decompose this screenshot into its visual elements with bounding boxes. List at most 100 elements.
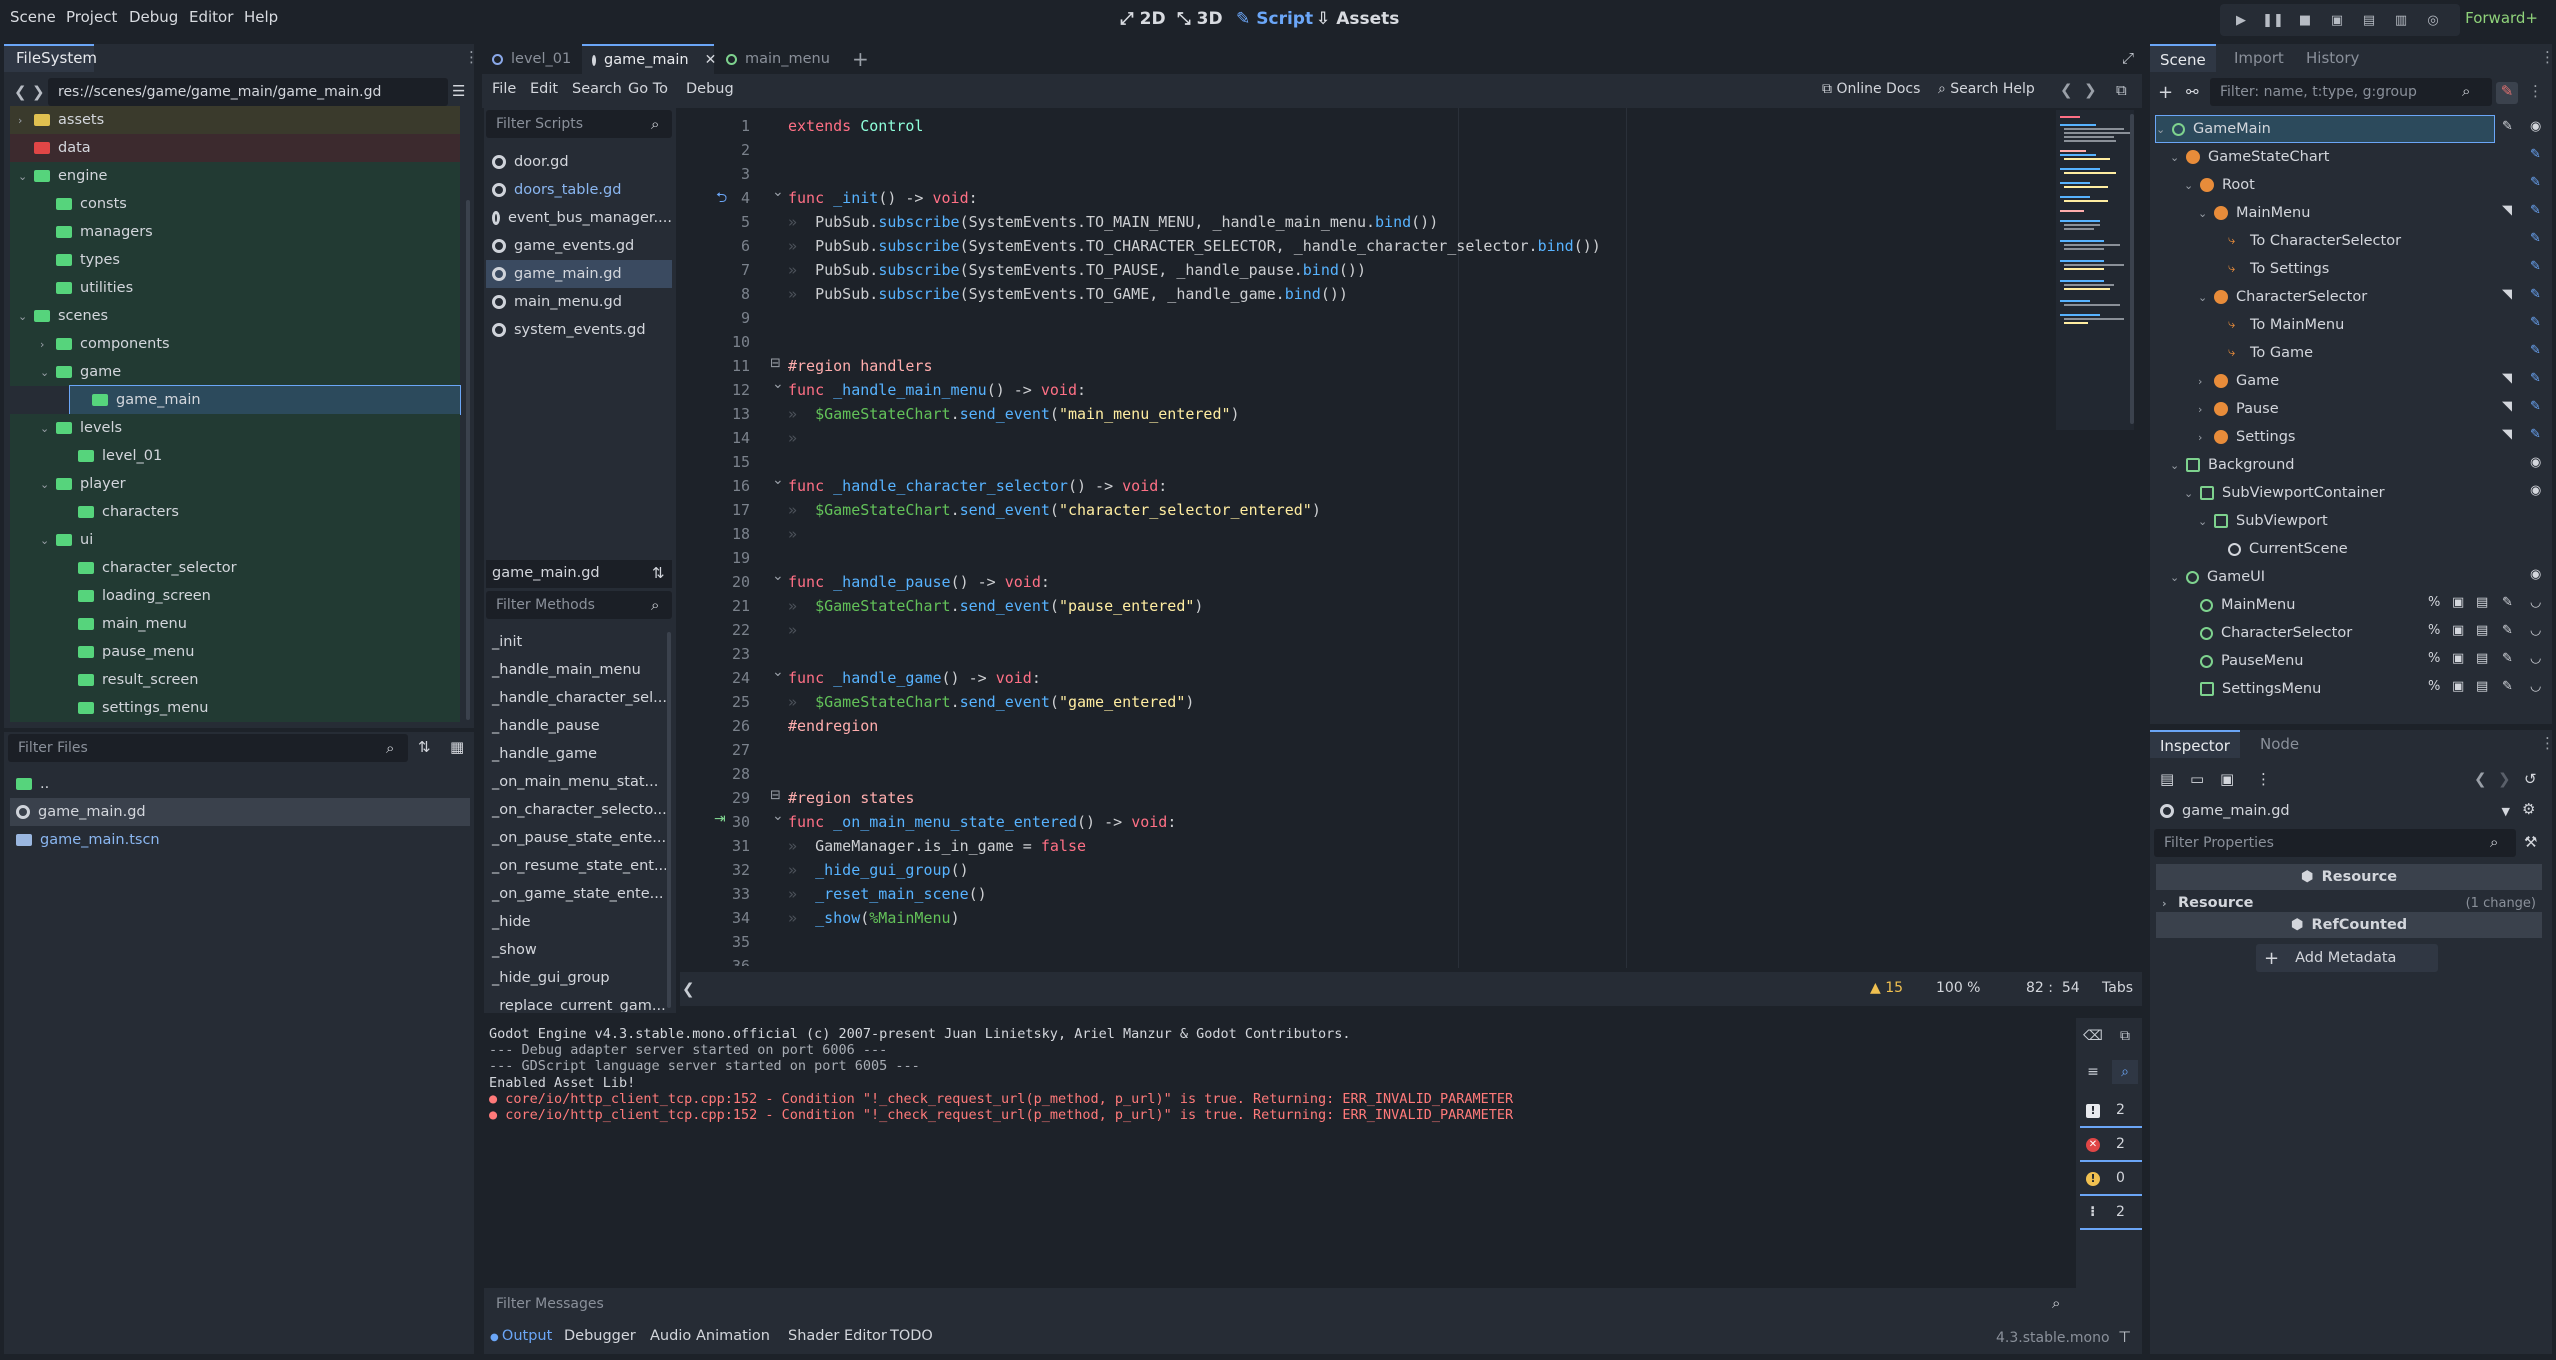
code-line[interactable]: [788, 762, 2050, 786]
fs-tree-item[interactable]: loading_screen: [10, 582, 460, 610]
script-icon[interactable]: ✎: [2502, 651, 2513, 666]
open-resource-icon[interactable]: ▭: [2190, 770, 2204, 788]
bottom-tab-output[interactable]: ● Output: [490, 1328, 552, 1344]
add-node-icon[interactable]: +: [2158, 82, 2173, 103]
mode-3d-button[interactable]: ⤡ 3D: [1177, 9, 1223, 29]
editable-icon[interactable]: ▤: [2476, 595, 2488, 610]
filter-messages-input[interactable]: Filter Messages: [486, 1290, 2076, 1318]
code-line[interactable]: [788, 450, 2050, 474]
region-fold-icon[interactable]: ⊟: [770, 356, 781, 371]
fs-tree-item[interactable]: › assets: [10, 106, 460, 134]
online-docs-button[interactable]: ⧉ Online Docs: [1822, 81, 1920, 97]
tab-level-01[interactable]: level_01: [482, 44, 580, 74]
methods-scrollbar[interactable]: [667, 632, 671, 1008]
code-line[interactable]: extends Control: [788, 114, 2050, 138]
fold-arrow-icon[interactable]: ⌄: [772, 568, 784, 584]
chevron-down-icon[interactable]: ⌄: [40, 366, 56, 379]
chevron-down-icon[interactable]: ⌄: [2198, 515, 2214, 528]
history-forward-icon[interactable]: ❯: [2498, 770, 2511, 788]
play-custom-icon[interactable]: ▥: [2388, 8, 2414, 32]
editable-icon[interactable]: ▤: [2476, 623, 2488, 638]
edited-resource-selector[interactable]: game_main.gd ▼: [2154, 798, 2510, 824]
script-list-item[interactable]: main_menu.gd: [486, 288, 672, 316]
fs-tree-item[interactable]: ⌄ player: [10, 470, 460, 498]
chevron-down-icon[interactable]: ⌄: [2170, 151, 2186, 164]
signal-icon[interactable]: ◥: [2502, 399, 2512, 414]
script-list-item[interactable]: door.gd: [486, 148, 672, 176]
prev-script-icon[interactable]: ❮: [2060, 81, 2073, 99]
fs-tree-item[interactable]: main_menu: [10, 610, 460, 638]
instance-icon[interactable]: ▣: [2452, 679, 2464, 694]
menu-debug[interactable]: Debug: [129, 8, 178, 26]
signal-icon[interactable]: ◥: [2502, 203, 2512, 218]
code-line[interactable]: »: [788, 522, 2050, 546]
unique-name-icon[interactable]: %: [2428, 679, 2440, 694]
fs-tree-item[interactable]: characters: [10, 498, 460, 526]
grid-view-icon[interactable]: ▦: [450, 738, 464, 756]
filter-all-button[interactable]: ! 2: [2080, 1098, 2142, 1128]
script-icon[interactable]: ✎: [2530, 175, 2541, 190]
chevron-down-icon[interactable]: ⌄: [2156, 123, 2172, 136]
script-attach-icon[interactable]: ✎: [2496, 82, 2518, 104]
play-scene-icon[interactable]: ▤: [2356, 8, 2382, 32]
visibility-icon[interactable]: ◉: [2530, 455, 2541, 470]
script-icon[interactable]: ✎: [2530, 203, 2541, 218]
instance-icon[interactable]: ▣: [2452, 595, 2464, 610]
sort-icon[interactable]: ⇅: [418, 738, 431, 756]
fs-tree-item[interactable]: level_01: [10, 442, 460, 470]
zoom-level[interactable]: 100 %: [1936, 980, 1980, 996]
indent-mode[interactable]: Tabs: [2102, 980, 2133, 996]
chevron-down-icon[interactable]: ⌄: [2184, 487, 2200, 500]
method-item[interactable]: _replace_current_gam...: [492, 992, 666, 1012]
object-history-icon[interactable]: ↺: [2524, 770, 2537, 788]
unique-name-icon[interactable]: %: [2428, 595, 2440, 610]
script-icon[interactable]: ✎: [2530, 371, 2541, 386]
filter-warnings-button[interactable]: ! 0: [2080, 1166, 2142, 1196]
fs-tree-item[interactable]: ⌄ engine: [10, 162, 460, 190]
chevron-down-icon[interactable]: ⌄: [2170, 459, 2186, 472]
code-line[interactable]: [788, 930, 2050, 954]
code-line[interactable]: » $GameStateChart.send_event("character_…: [788, 498, 2050, 522]
scene-node[interactable]: CharacterSelector: [2156, 620, 2550, 646]
code-line[interactable]: [788, 738, 2050, 762]
script-icon[interactable]: ✎: [2530, 427, 2541, 442]
link-scene-icon[interactable]: ⚯: [2186, 83, 2199, 101]
script-icon[interactable]: ✎: [2530, 231, 2541, 246]
visibility-icon[interactable]: ◉: [2530, 483, 2541, 498]
editable-icon[interactable]: ▤: [2476, 679, 2488, 694]
code-line[interactable]: » $GameStateChart.send_event("pause_ente…: [788, 594, 2050, 618]
code-line[interactable]: » PubSub.subscribe(SystemEvents.TO_PAUSE…: [788, 258, 2050, 282]
fs-tree-item[interactable]: ⌄ levels: [10, 414, 460, 442]
code-line[interactable]: » $GameStateChart.send_event("game_enter…: [788, 690, 2050, 714]
chevron-right-icon[interactable]: ›: [2198, 375, 2214, 388]
scene-node[interactable]: PauseMenu: [2156, 648, 2550, 674]
visibility-icon[interactable]: ◉: [2530, 119, 2541, 134]
fold-arrow-icon[interactable]: ⌄: [772, 376, 784, 392]
file-item[interactable]: game_main.tscn: [10, 826, 470, 854]
filter-search-icon[interactable]: ⌕: [2112, 1060, 2138, 1084]
code-line[interactable]: » PubSub.subscribe(SystemEvents.TO_CHARA…: [788, 234, 2050, 258]
next-script-icon[interactable]: ❯: [2084, 81, 2097, 99]
fs-tree-item[interactable]: game_main: [69, 385, 461, 415]
method-item[interactable]: _on_game_state_ente...: [492, 880, 663, 908]
script-icon[interactable]: ✎: [2530, 343, 2541, 358]
renderer-dropdown[interactable]: Forward+: [2465, 9, 2538, 27]
fs-tree-item[interactable]: character_selector: [10, 554, 460, 582]
signal-icon[interactable]: ◥: [2502, 427, 2512, 442]
chevron-down-icon[interactable]: ⌄: [2184, 179, 2200, 192]
scene-node[interactable]: ⌄ GameMain: [2155, 115, 2495, 143]
code-line[interactable]: [788, 330, 2050, 354]
method-item[interactable]: _handle_main_menu: [492, 656, 641, 684]
new-resource-icon[interactable]: ▤: [2160, 770, 2174, 788]
visibility-hidden-icon[interactable]: ◡: [2530, 623, 2541, 638]
tab-inspector[interactable]: Inspector: [2150, 730, 2240, 758]
scene-node[interactable]: ⤷ To MainMenu: [2156, 312, 2550, 338]
code-line[interactable]: » PubSub.subscribe(SystemEvents.TO_MAIN_…: [788, 210, 2050, 234]
fs-tree-item[interactable]: pause_menu: [10, 638, 460, 666]
script-icon[interactable]: ✎: [2502, 679, 2513, 694]
menu-scene[interactable]: Scene: [10, 8, 56, 26]
method-item[interactable]: _init: [492, 628, 522, 656]
method-item[interactable]: _handle_game: [492, 740, 597, 768]
chevron-down-icon[interactable]: ⌄: [2198, 207, 2214, 220]
chevron-down-icon[interactable]: ⌄: [18, 170, 34, 183]
